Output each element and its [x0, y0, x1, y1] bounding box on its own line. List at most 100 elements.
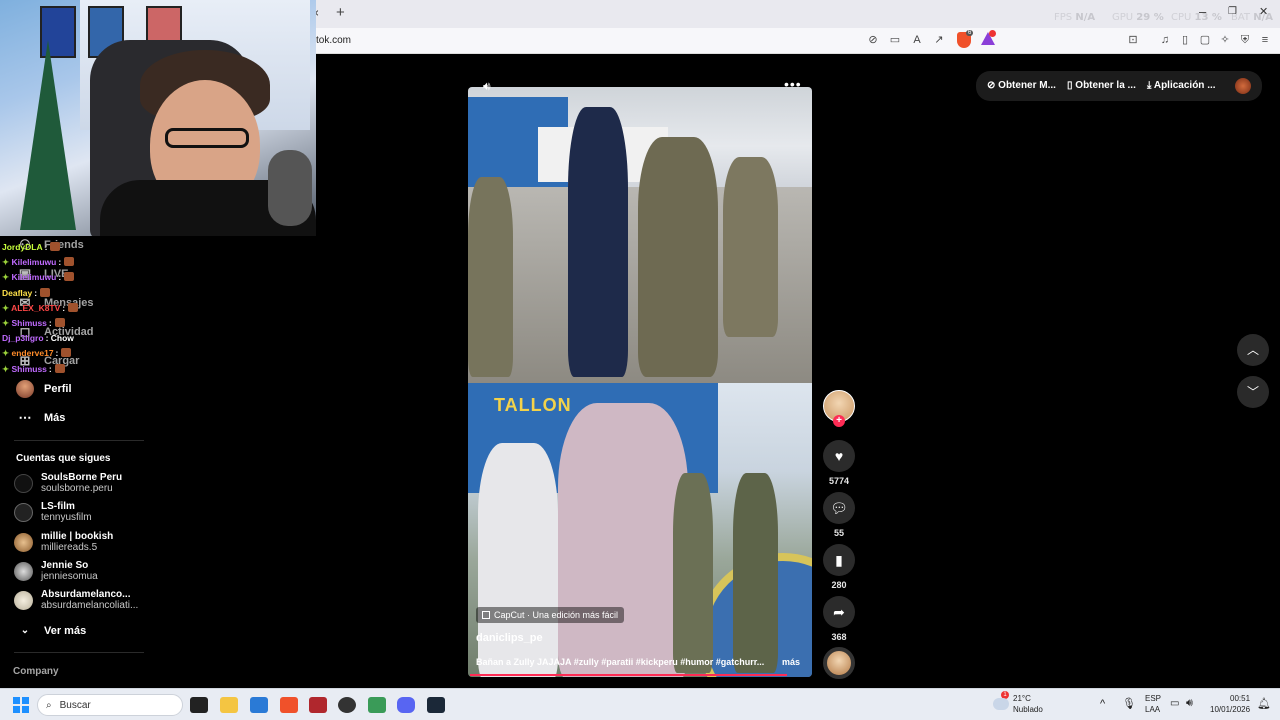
capcut-badge[interactable]: CapCut · Una edición más fácil — [476, 607, 625, 623]
download-icon: ⤓ — [1147, 80, 1152, 91]
following-section-title: Cuentas que sigues — [16, 453, 111, 464]
following-item[interactable]: Jennie So jenniesomua — [14, 560, 98, 583]
comment-button[interactable]: 💬︎ — [823, 492, 855, 524]
capcut-label: CapCut · Una edición más fácil — [494, 610, 619, 620]
brave-browser-icon[interactable] — [280, 697, 298, 713]
search-placeholder: Buscar — [59, 699, 91, 711]
chat-message: ✦ Kilelimuwu: — [2, 255, 152, 270]
steam-icon[interactable] — [427, 697, 445, 713]
chevron-down-icon: ⌄ — [20, 625, 30, 636]
follow-plus-icon[interactable]: + — [833, 415, 845, 427]
language-top[interactable]: ESP — [1145, 694, 1161, 703]
volume-icon[interactable]: 🔊︎ — [483, 79, 491, 94]
notepad-icon[interactable] — [368, 697, 386, 713]
new-tab-icon[interactable]: + — [336, 5, 345, 21]
pill-label: Aplicación ... — [1153, 80, 1216, 91]
chat-username: JordyDLA — [2, 242, 43, 252]
avatar — [14, 591, 33, 610]
chat-username: Deaflay — [2, 287, 33, 298]
nav-item-more[interactable]: ⋯ Más — [16, 409, 66, 427]
windows-taskbar: ⌕ Buscar 21°C Nublado ^ 🎙︎ ESP LAA ▭ 🔊︎ … — [0, 688, 1280, 720]
video-player[interactable]: TALLON — [468, 87, 812, 677]
language-bottom: LAA — [1145, 705, 1161, 714]
weather-temperature[interactable]: 21°C — [1013, 694, 1031, 703]
wallet-icon[interactable]: ▢ — [1198, 33, 1212, 47]
chat-message: ✦ Shimuss: — [2, 362, 152, 377]
following-item[interactable]: millie | bookish milliereads.5 — [14, 531, 113, 554]
notifications-icon[interactable]: 🔔︎ — [1257, 697, 1271, 710]
following-item[interactable]: SoulsBorne Peru soulsborne.peru — [14, 472, 122, 495]
cast-icon[interactable]: ▭ — [888, 33, 902, 47]
chat-emote-icon — [54, 363, 65, 373]
chat-emote-icon — [40, 287, 51, 297]
restore-icon[interactable]: ❐ — [1228, 6, 1237, 17]
chat-text: : Chow — [45, 333, 74, 344]
media-icon[interactable]: ♫ — [1158, 33, 1172, 47]
windows-start-icon[interactable] — [13, 697, 29, 713]
rewards-notification-dot — [989, 30, 996, 37]
video-author[interactable]: daniclips_pe — [476, 632, 543, 644]
previous-video-button[interactable]: ︿ — [1237, 334, 1269, 366]
microphone-icon[interactable]: 🎙︎ — [1122, 697, 1136, 710]
save-button[interactable]: ▮ — [823, 544, 855, 576]
following-item[interactable]: LS-film tennyusfilm — [14, 501, 92, 524]
nav-item-profile[interactable]: Perfil — [16, 380, 72, 398]
tray-chevron-up-icon[interactable]: ^ — [1100, 698, 1105, 710]
close-window-icon[interactable]: ✕ — [1259, 5, 1268, 18]
obs-icon[interactable] — [338, 697, 356, 713]
following-name: Absurdamelanco... — [41, 589, 131, 600]
following-handle: jenniesomua — [41, 571, 98, 582]
divider — [14, 652, 144, 653]
coin-icon: ⊘ — [987, 80, 996, 91]
minimize-icon[interactable]: – — [1199, 4, 1206, 19]
chat-badge-icon: ✦ — [2, 302, 12, 313]
network-icon[interactable]: ▭ — [1170, 698, 1179, 709]
hud-gpu: GPU 29 % — [1112, 12, 1164, 23]
discord-icon[interactable] — [397, 697, 415, 713]
video-person — [468, 177, 513, 377]
vpn-icon[interactable]: ⛨ — [1238, 33, 1252, 47]
desktop-app-button[interactable]: ⤓ Aplicación ... — [1147, 80, 1216, 91]
task-view-icon[interactable] — [190, 697, 208, 713]
reader-mode-icon[interactable]: ⊘ — [866, 33, 880, 47]
see-more-label: Ver más — [44, 625, 87, 637]
chat-message: ✦ enderve17: — [2, 346, 152, 361]
get-coins-button[interactable]: ⊘ Obtener M... — [987, 80, 1056, 91]
video-person — [673, 473, 713, 673]
video-frame-top — [468, 87, 812, 383]
volume-tray-icon[interactable]: 🔊︎ — [1186, 697, 1193, 710]
video-person — [558, 403, 688, 677]
get-app-button[interactable]: ▯ Obtener la ... — [1067, 80, 1136, 91]
menu-icon[interactable]: ≡ — [1258, 33, 1272, 47]
webcam-microphone — [268, 150, 312, 226]
url-text[interactable]: tok.com — [316, 35, 351, 46]
file-explorer-icon[interactable] — [220, 697, 238, 713]
next-video-button[interactable]: ﹀ — [1237, 376, 1269, 408]
share-icon[interactable]: ↗ — [932, 33, 946, 47]
tab-search-icon[interactable]: ⊡ — [1126, 33, 1140, 47]
video-more-icon[interactable]: ••• — [784, 76, 802, 92]
store-icon[interactable] — [250, 697, 268, 713]
user-avatar[interactable] — [1235, 78, 1251, 94]
following-name: SoulsBorne Peru — [41, 472, 123, 483]
avatar — [14, 503, 33, 522]
screen: × + FPS N/A GPU 29 % CPU 13 % BAT N/A – … — [0, 0, 1280, 720]
sidebar-icon[interactable]: ▯ — [1178, 33, 1192, 47]
translate-icon[interactable]: A — [910, 33, 924, 47]
see-more-button[interactable]: ⌄ Ver más — [16, 622, 86, 640]
app-icon[interactable] — [309, 697, 327, 713]
video-progress-bar[interactable] — [470, 674, 787, 676]
clock-time[interactable]: 00:51 — [1230, 694, 1250, 703]
like-button[interactable]: ♥ — [823, 440, 855, 472]
chat-text: : — [55, 348, 59, 359]
music-disc-icon[interactable] — [823, 647, 855, 679]
share-button[interactable]: ➦ — [823, 596, 855, 628]
following-item[interactable]: Absurdamelanco... absurdamelancoliati... — [14, 589, 138, 612]
description-more-button[interactable]: más — [782, 657, 800, 667]
company-link[interactable]: Company — [13, 666, 59, 677]
save-count: 280 — [831, 580, 847, 590]
following-handle: absurdamelancoliati... — [41, 600, 139, 611]
taskbar-search[interactable]: ⌕ Buscar — [37, 694, 183, 716]
ai-assistant-icon[interactable]: ✧ — [1218, 33, 1232, 47]
following-name: Jennie So — [41, 560, 89, 571]
